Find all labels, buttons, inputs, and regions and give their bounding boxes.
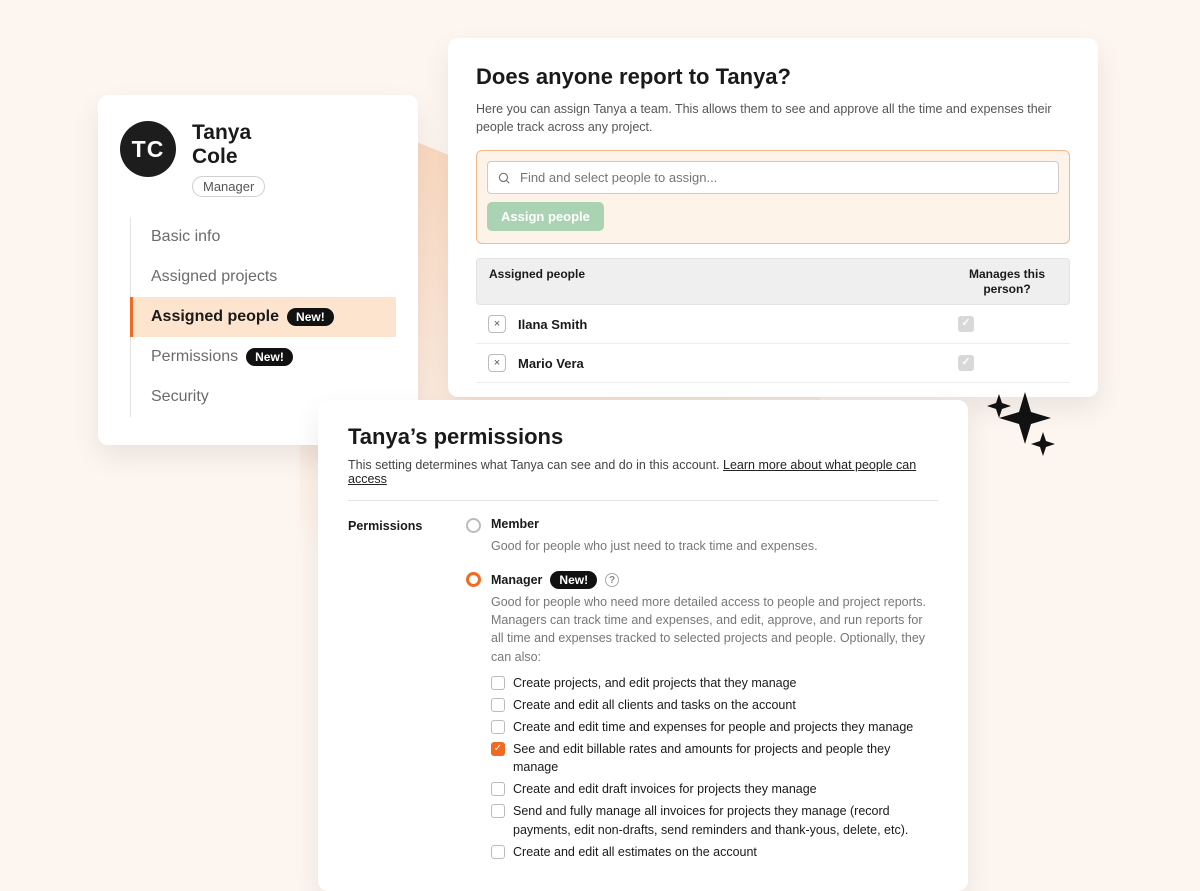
help-icon[interactable]: ?: [605, 573, 619, 587]
manages-checkbox[interactable]: ✓: [958, 355, 974, 371]
manager-opt-checkbox-1[interactable]: [491, 698, 505, 712]
divider: [348, 500, 938, 501]
nav-permissions[interactable]: Permissions New!: [131, 337, 396, 377]
assign-search-input[interactable]: [487, 161, 1059, 194]
radio-manager[interactable]: [466, 572, 481, 587]
assign-search-box: Assign people: [476, 150, 1070, 244]
new-badge: New!: [246, 348, 293, 366]
manager-opt-label: See and edit billable rates and amounts …: [513, 740, 938, 776]
manager-opt-label: Create projects, and edit projects that …: [513, 674, 797, 692]
radio-manager-label: Manager New! ?: [491, 571, 619, 589]
table-header-manages: Manages this person?: [957, 267, 1057, 296]
table-row: × Mario Vera ✓: [476, 344, 1070, 383]
avatar: TC: [120, 121, 176, 177]
profile-nav: Basic info Assigned projects Assigned pe…: [130, 217, 396, 417]
sparkle-icon: [985, 390, 1065, 460]
manager-opt-checkbox-0[interactable]: [491, 676, 505, 690]
table-header-name: Assigned people: [489, 267, 957, 296]
manager-opt-checkbox-5[interactable]: [491, 804, 505, 818]
nav-assigned-people[interactable]: Assigned people New!: [130, 297, 396, 337]
table-row: × Ilana Smith ✓: [476, 305, 1070, 344]
nav-assigned-projects[interactable]: Assigned projects: [131, 257, 396, 297]
person-name: Ilana Smith: [518, 317, 958, 332]
manager-opt-checkbox-4[interactable]: [491, 782, 505, 796]
new-badge: New!: [287, 308, 334, 326]
manager-opt-checkbox-3[interactable]: ✓: [491, 742, 505, 756]
permissions-title: Tanya’s permissions: [348, 424, 938, 450]
manager-subtext: Good for people who need more detailed a…: [491, 593, 938, 666]
manager-options-list: Create projects, and edit projects that …: [491, 672, 938, 863]
manager-opt-checkbox-6[interactable]: [491, 845, 505, 859]
radio-member[interactable]: [466, 518, 481, 533]
assign-people-panel: Does anyone report to Tanya? Here you ca…: [448, 38, 1098, 397]
permissions-panel: Tanya’s permissions This setting determi…: [318, 400, 968, 891]
radio-member-label: Member: [491, 517, 539, 531]
remove-person-button[interactable]: ×: [488, 315, 506, 333]
member-subtext: Good for people who just need to track t…: [491, 537, 938, 555]
new-badge: New!: [550, 571, 597, 589]
search-icon: [497, 171, 511, 185]
person-name: Mario Vera: [518, 356, 958, 371]
permissions-description: This setting determines what Tanya can s…: [348, 458, 938, 486]
manager-opt-checkbox-2[interactable]: [491, 720, 505, 734]
permissions-section-label: Permissions: [348, 517, 438, 863]
manager-opt-label: Create and edit time and expenses for pe…: [513, 718, 913, 736]
assigned-people-table: Assigned people Manages this person? × I…: [476, 258, 1070, 383]
manages-checkbox[interactable]: ✓: [958, 316, 974, 332]
assign-title: Does anyone report to Tanya?: [476, 64, 1070, 90]
role-chip: Manager: [192, 176, 265, 197]
manager-opt-label: Create and edit all clients and tasks on…: [513, 696, 796, 714]
profile-card: TC Tanya Cole Manager Basic info Assigne…: [98, 95, 418, 445]
manager-opt-label: Send and fully manage all invoices for p…: [513, 802, 938, 838]
assign-description: Here you can assign Tanya a team. This a…: [476, 100, 1070, 136]
assign-people-button[interactable]: Assign people: [487, 202, 604, 231]
profile-name: Tanya Cole: [192, 121, 265, 169]
manager-opt-label: Create and edit all estimates on the acc…: [513, 843, 757, 861]
nav-basic-info[interactable]: Basic info: [131, 217, 396, 257]
manager-opt-label: Create and edit draft invoices for proje…: [513, 780, 817, 798]
remove-person-button[interactable]: ×: [488, 354, 506, 372]
